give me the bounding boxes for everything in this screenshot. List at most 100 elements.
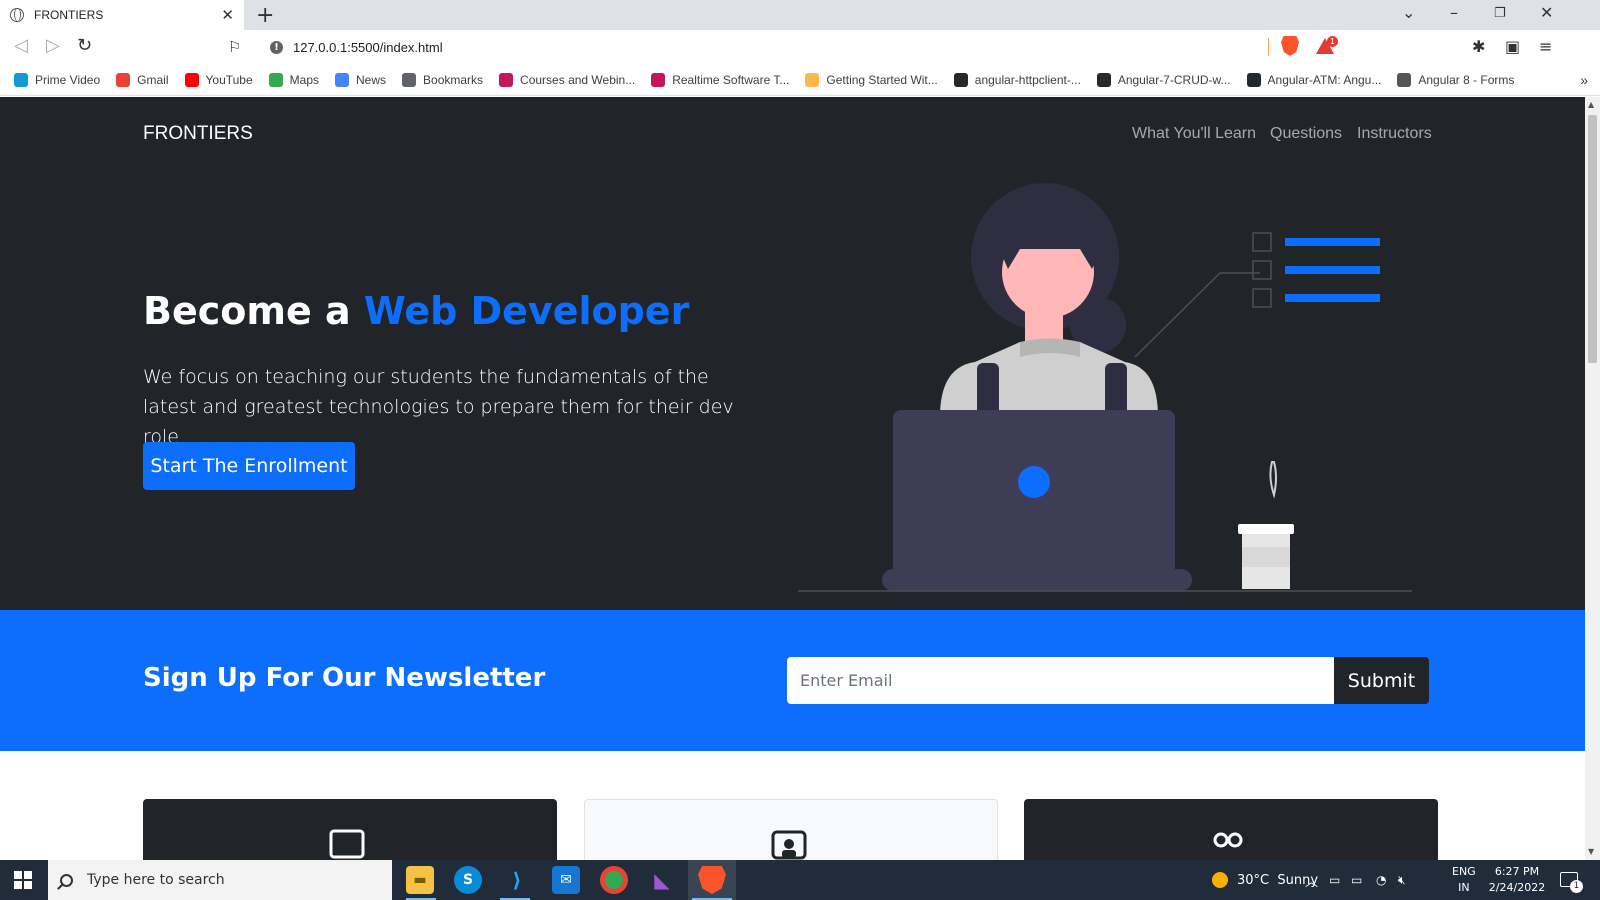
bookmark-label: Angular-7-CRUD-w... bbox=[1117, 72, 1231, 87]
bookmark-item[interactable]: Getting Started Wit... bbox=[805, 72, 938, 87]
bookmark-label: Prime Video bbox=[35, 72, 101, 87]
bookmark-label: Maps bbox=[289, 72, 319, 87]
vscode-icon[interactable]: ⟩ bbox=[503, 866, 531, 894]
bookmark-item[interactable]: Maps bbox=[268, 72, 319, 87]
language-indicator[interactable]: ENG IN bbox=[1452, 864, 1476, 896]
browser-tab[interactable]: FRONTIERS ✕ bbox=[0, 0, 244, 30]
scroll-down-icon[interactable]: ▼ bbox=[1588, 847, 1594, 856]
news-icon bbox=[335, 72, 349, 87]
taskbar-search[interactable]: Type here to search bbox=[48, 860, 392, 900]
more-bookmarks-icon[interactable]: » bbox=[1580, 72, 1588, 88]
bookmarks-bar: Prime Video Gmail YouTube Maps News Bookmarks… bbox=[0, 64, 1600, 96]
globe-icon bbox=[10, 8, 24, 22]
bookmark-item[interactable]: YouTube bbox=[184, 72, 253, 87]
bookmark-item[interactable]: News bbox=[335, 72, 387, 87]
bookmark-label: News bbox=[356, 72, 387, 87]
meet-now-icon[interactable]: ▭ bbox=[1329, 860, 1340, 900]
chrome-icon[interactable] bbox=[600, 866, 628, 894]
restore-button[interactable]: ❐ bbox=[1494, 6, 1506, 21]
url-separator bbox=[1268, 38, 1269, 56]
bookmark-item[interactable]: Courses and Webin... bbox=[499, 72, 636, 87]
wifi-icon[interactable]: ◔ bbox=[1376, 860, 1386, 900]
tray-chevron-icon[interactable]: ︿ bbox=[1305, 860, 1318, 900]
start-enrollment-button[interactable]: Start The Enrollment bbox=[143, 442, 355, 490]
prime-video-icon bbox=[14, 72, 28, 87]
newsletter-title: Sign Up For Our Newsletter bbox=[143, 663, 546, 693]
feature-card-1 bbox=[143, 799, 557, 860]
email-input[interactable] bbox=[787, 657, 1334, 704]
url-text[interactable]: 127.0.0.1:5500/index.html bbox=[293, 40, 443, 55]
bookmark-label: Bookmarks bbox=[423, 72, 484, 87]
bookmark-label: Getting Started Wit... bbox=[826, 72, 938, 87]
extensions-icon[interactable]: ✱ bbox=[1472, 37, 1485, 56]
menu-icon[interactable]: ≡ bbox=[1539, 37, 1552, 56]
bookmark-item[interactable]: Prime Video bbox=[14, 72, 101, 87]
volume-muted-icon[interactable]: 🔇︎ bbox=[1398, 860, 1406, 900]
youtube-icon bbox=[184, 72, 199, 87]
page-scrollbar[interactable]: ▲ ▼ bbox=[1585, 97, 1600, 860]
nav-instructors[interactable]: Instructors bbox=[1357, 125, 1432, 143]
hero-title-prefix: Become a bbox=[143, 289, 364, 333]
tab-strip: FRONTIERS ✕ + ⌄ – ❐ ✕ bbox=[0, 0, 1600, 30]
laptop-icon bbox=[329, 829, 365, 859]
bookmark-item[interactable]: Angular 8 - Forms bbox=[1397, 72, 1515, 87]
hand-icon bbox=[805, 72, 820, 87]
dotnet-icon bbox=[651, 72, 666, 87]
sun-icon bbox=[1212, 872, 1228, 888]
lang-bottom: IN bbox=[1458, 881, 1470, 894]
close-tab-icon[interactable]: ✕ bbox=[221, 6, 234, 24]
developer-illustration bbox=[798, 183, 1412, 592]
scroll-thumb[interactable] bbox=[1588, 115, 1597, 363]
back-icon[interactable]: ◁ bbox=[14, 35, 28, 56]
close-window-button[interactable]: ✕ bbox=[1540, 3, 1553, 22]
taskbar-clock[interactable]: 6:27 PM 2/24/2022 bbox=[1487, 864, 1547, 896]
page-viewport: FRONTIERS What You'll Learn Questions In… bbox=[0, 97, 1585, 860]
reload-icon[interactable]: ↻ bbox=[77, 35, 92, 56]
battery-icon[interactable]: ▭ bbox=[1351, 860, 1362, 900]
minimize-button[interactable]: – bbox=[1450, 3, 1458, 22]
bookmark-item[interactable]: Gmail bbox=[116, 72, 169, 87]
lang-top: ENG bbox=[1452, 865, 1476, 878]
brand-logo[interactable]: FRONTIERS bbox=[143, 123, 253, 145]
maps-icon bbox=[268, 72, 283, 87]
rewards-badge: 1 bbox=[1327, 36, 1338, 47]
bookmark-label: Angular-ATM: Angu... bbox=[1267, 72, 1382, 87]
search-placeholder[interactable]: Type here to search bbox=[87, 872, 225, 888]
bookmark-item[interactable]: Angular-ATM: Angu... bbox=[1246, 72, 1382, 87]
address-bar[interactable]: ! 127.0.0.1:5500/index.html bbox=[258, 34, 1273, 60]
bookmark-page-icon[interactable]: ⚐ bbox=[228, 38, 241, 56]
brave-shields-icon[interactable] bbox=[1281, 36, 1299, 56]
browser-toolbar: ◁ ▷ ↻ ⚐ ! 127.0.0.1:5500/index.html 1 ✱ … bbox=[0, 30, 1600, 64]
bookmark-item[interactable]: Bookmarks bbox=[402, 72, 484, 87]
file-explorer-icon[interactable]: ▬ bbox=[406, 866, 434, 894]
angular-icon bbox=[1397, 72, 1412, 87]
github-icon bbox=[1246, 72, 1261, 87]
mail-icon[interactable]: ✉ bbox=[552, 866, 580, 894]
windows-start-icon[interactable] bbox=[14, 871, 32, 889]
bookmark-item[interactable]: angular-httpclient-... bbox=[953, 72, 1081, 87]
new-tab-button[interactable]: + bbox=[256, 3, 274, 28]
skype-icon[interactable]: S bbox=[454, 866, 482, 894]
wallet-icon[interactable]: ▣ bbox=[1505, 37, 1520, 56]
gmail-icon bbox=[116, 72, 131, 87]
visual-studio-icon[interactable]: ◣ bbox=[648, 866, 676, 894]
nav-questions[interactable]: Questions bbox=[1270, 125, 1342, 143]
bookmarks-icon bbox=[402, 72, 417, 87]
hero-title-accent: Web Developer bbox=[363, 289, 690, 333]
bookmark-item[interactable]: Angular-7-CRUD-w... bbox=[1096, 72, 1231, 87]
bookmark-label: Courses and Webin... bbox=[520, 72, 636, 87]
tab-search-chevron-icon[interactable]: ⌄ bbox=[1402, 3, 1415, 22]
weather-widget[interactable]: 30°C Sunny bbox=[1212, 860, 1318, 900]
forward-icon[interactable]: ▷ bbox=[46, 35, 60, 56]
site-info-icon[interactable]: ! bbox=[270, 40, 283, 54]
bookmark-item[interactable]: Realtime Software T... bbox=[651, 72, 789, 87]
bookmark-label: Angular 8 - Forms bbox=[1418, 72, 1515, 87]
bookmark-label: YouTube bbox=[205, 72, 253, 87]
clock-time: 6:27 PM bbox=[1494, 865, 1540, 878]
scroll-up-icon[interactable]: ▲ bbox=[1588, 100, 1594, 109]
dotnet-icon bbox=[499, 72, 514, 87]
submit-button[interactable]: Submit bbox=[1334, 657, 1429, 704]
nav-what-youll-learn[interactable]: What You'll Learn bbox=[1132, 125, 1256, 143]
hero-section: FRONTIERS What You'll Learn Questions In… bbox=[0, 97, 1585, 610]
newsletter-section: Sign Up For Our Newsletter Submit bbox=[0, 610, 1585, 751]
